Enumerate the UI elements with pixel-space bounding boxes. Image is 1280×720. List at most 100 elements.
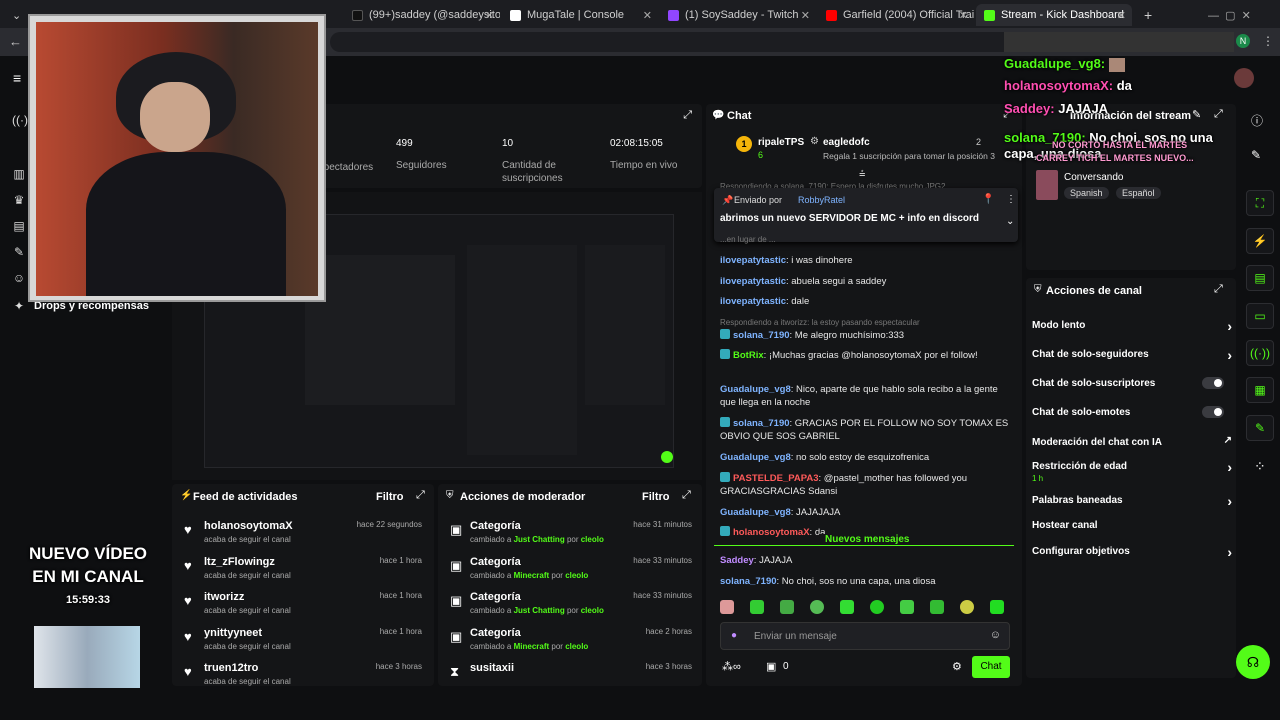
avatar[interactable] (1234, 68, 1254, 88)
mod-action-row[interactable]: ▣ Categoría cambiado a Minecraft por cleol… (438, 623, 702, 659)
channel-action-4[interactable]: Chat de solo-emotes (1032, 406, 1232, 418)
mod-action-row[interactable]: ▣ Categoría cambiado a Just Chatting por c… (438, 516, 702, 552)
activity-row[interactable]: ♥ ynittyyneet acaba de seguir el canal hace… (172, 623, 432, 659)
emote-icon[interactable] (960, 600, 974, 614)
chat-username[interactable]: solana_7190 (720, 576, 777, 587)
more-icon[interactable]: ⋮ (1262, 34, 1274, 48)
back-icon[interactable]: ← (9, 34, 22, 49)
follower-name[interactable]: itworizz (204, 591, 244, 603)
chat-message[interactable]: ilovepatytastic: i was dinohere (720, 254, 1010, 267)
grid-icon[interactable]: ▦ (1246, 377, 1274, 403)
chat-username[interactable]: Saddey (720, 555, 754, 566)
mod-action-row[interactable]: ▣ Categoría cambiado a Just Chatting por c… (438, 587, 702, 623)
chat-username[interactable]: Guadalupe_vg8 (720, 452, 791, 463)
chat-username[interactable]: Guadalupe_vg8 (720, 507, 791, 518)
pin-icon[interactable]: 📍 (982, 194, 994, 205)
chat-username[interactable]: ilovepatytastic (720, 296, 786, 307)
chat-username[interactable]: ilovepatytastic (720, 276, 786, 287)
fullscreen-icon[interactable]: ⛶ (1246, 190, 1274, 216)
channel-action-5[interactable]: Moderación del chat con IA ↗ (1032, 435, 1232, 448)
stream-icon[interactable]: ((·)) (12, 113, 32, 127)
support-icon[interactable]: ☊ (1236, 645, 1270, 679)
emote-icon[interactable] (810, 600, 824, 614)
expand-icon[interactable]: ⤢ (416, 489, 425, 502)
channel-action-7[interactable]: Palabras baneadas › (1032, 493, 1232, 509)
activity-row[interactable]: ♥ truen12tro acaba de seguir el canal hace … (172, 658, 432, 694)
follower-name[interactable]: holanosoytomaX (204, 520, 293, 532)
new-tab-button[interactable]: + (1136, 4, 1156, 26)
top-gifter-1[interactable]: ripaleTPS (758, 137, 804, 148)
chat-username[interactable]: BotRix (733, 350, 764, 361)
media-icon[interactable]: ▤ (12, 219, 26, 233)
channel-action-8[interactable]: Hostear canal (1032, 520, 1232, 531)
hamburger-icon[interactable]: ≡ (13, 70, 21, 86)
wrench-icon[interactable]: ✎ (1246, 415, 1274, 441)
mod-action-row[interactable]: ▣ Categoría cambiado a Minecraft por cleol… (438, 552, 702, 588)
tab-mugatale[interactable]: MugaTale | Console ✕ (502, 4, 658, 26)
emote-icon[interactable] (990, 600, 1004, 614)
pencil-icon[interactable]: ✎ (1251, 148, 1261, 162)
expand-icon[interactable]: ⤢ (683, 109, 692, 122)
tools-icon[interactable]: ✎ (12, 245, 26, 259)
chevron-down-icon[interactable]: ⌄ (1006, 216, 1014, 227)
chat-message[interactable]: solana_7190: Me alegro muchísimo:333 (720, 328, 1010, 342)
emote-icon[interactable] (870, 600, 884, 614)
channel-action-9[interactable]: Configurar objetivos › (1032, 544, 1232, 560)
channel-action-1[interactable]: Modo lento › (1032, 318, 1232, 334)
activity-row[interactable]: ♥ ltz_zFlowingz acaba de seguir el canal ha… (172, 552, 432, 588)
edit-icon[interactable]: ✎ (1192, 108, 1201, 121)
emote-icon[interactable] (930, 600, 944, 614)
chat-message[interactable]: ilovepatytastic: dale (720, 295, 1010, 308)
gift-icon[interactable]: ✦ (12, 299, 26, 313)
message-icon[interactable]: ▭ (1246, 303, 1274, 329)
close-icon[interactable]: ✕ (1117, 9, 1126, 22)
top-gifter-2[interactable]: eagledofc (823, 137, 870, 148)
chat-username[interactable]: solana_7190 (733, 418, 790, 429)
broadcast-icon[interactable]: ((·)) (1246, 340, 1274, 366)
mod-filter-button[interactable]: Filtro (642, 491, 670, 503)
activity-filter-button[interactable]: Filtro (376, 491, 404, 503)
tab-youtube[interactable]: Garfield (2004) Official Trailer #1 ✕ (818, 4, 974, 26)
activity-row[interactable]: ♥ holanosoytomaX acaba de seguir el canal h… (172, 516, 432, 552)
url-bar[interactable] (330, 32, 1090, 52)
category-name[interactable]: Conversando (1064, 172, 1123, 183)
channel-action-2[interactable]: Chat de solo-seguidores › (1032, 347, 1232, 363)
lightning-icon[interactable]: ⚡ (1246, 228, 1274, 254)
analytics-icon[interactable]: ▥ (12, 167, 26, 181)
trophy-icon[interactable]: ♛ (12, 193, 26, 207)
more-icon[interactable]: ⋮ (1006, 194, 1016, 205)
tag-espanol[interactable]: Español (1116, 187, 1161, 199)
pinned-message[interactable]: 📌 Enviado por RobbyRatel 📍 ⋮ abrimos un … (714, 188, 1018, 242)
chat-message[interactable]: solana_7190: No choi, sos no una capa, u… (720, 575, 1010, 588)
chat-message[interactable]: Guadalupe_vg8: JAJAJAJA (720, 506, 1010, 519)
chat-input[interactable]: ● Enviar un mensaje ☺ (720, 622, 1010, 650)
emote-icon[interactable] (780, 600, 794, 614)
chat-message[interactable]: BotRix: ¡Muchas gracias @holanosoytomaX … (720, 349, 1010, 362)
follower-name[interactable]: ltz_zFlowingz (204, 556, 275, 568)
chat-username[interactable]: ilovepatytastic (720, 255, 786, 266)
tab-tiktok[interactable]: (99+)saddey (@saddeysito) | TikTok ✕ (344, 4, 500, 26)
chat-message[interactable]: PASTELDE_PAPA3: @pastel_mother has follo… (720, 471, 1010, 498)
profile-icon[interactable]: N (1236, 34, 1250, 48)
emote-icon[interactable] (840, 600, 854, 614)
document-icon[interactable]: ▤ (1246, 265, 1274, 291)
chat-message[interactable]: Guadalupe_vg8: no solo estoy de esquizof… (720, 451, 1010, 464)
new-messages-label[interactable]: Nuevos mensajes (819, 534, 916, 545)
close-icon[interactable]: ✕ (801, 9, 810, 22)
follower-name[interactable]: truen12tro (204, 662, 258, 674)
toggle-switch[interactable] (1202, 406, 1224, 418)
emote-icon[interactable] (750, 600, 764, 614)
expand-icon[interactable]: ⤢ (1214, 283, 1223, 296)
tab-list-button[interactable]: ⌄ (4, 4, 24, 26)
close-icon[interactable]: ✕ (959, 9, 968, 22)
settings-icon[interactable]: ⚙ (952, 660, 962, 673)
tag-spanish[interactable]: Spanish (1064, 187, 1109, 199)
close-icon[interactable]: ✕ (643, 9, 652, 22)
expand-icon[interactable]: ⤢ (1214, 108, 1223, 121)
tab-kick-dashboard[interactable]: Stream - Kick Dashboard ✕ (976, 4, 1132, 26)
chat-message[interactable]: solana_7190: GRACIAS POR EL FOLLOW NO SO… (720, 417, 1010, 443)
expand-icon[interactable]: ⤢ (682, 489, 691, 502)
close-icon[interactable]: ✕ (485, 9, 494, 22)
chat-username[interactable]: PASTELDE_PAPA3 (733, 473, 819, 484)
apps-icon[interactable]: ⁘ (1254, 458, 1266, 475)
